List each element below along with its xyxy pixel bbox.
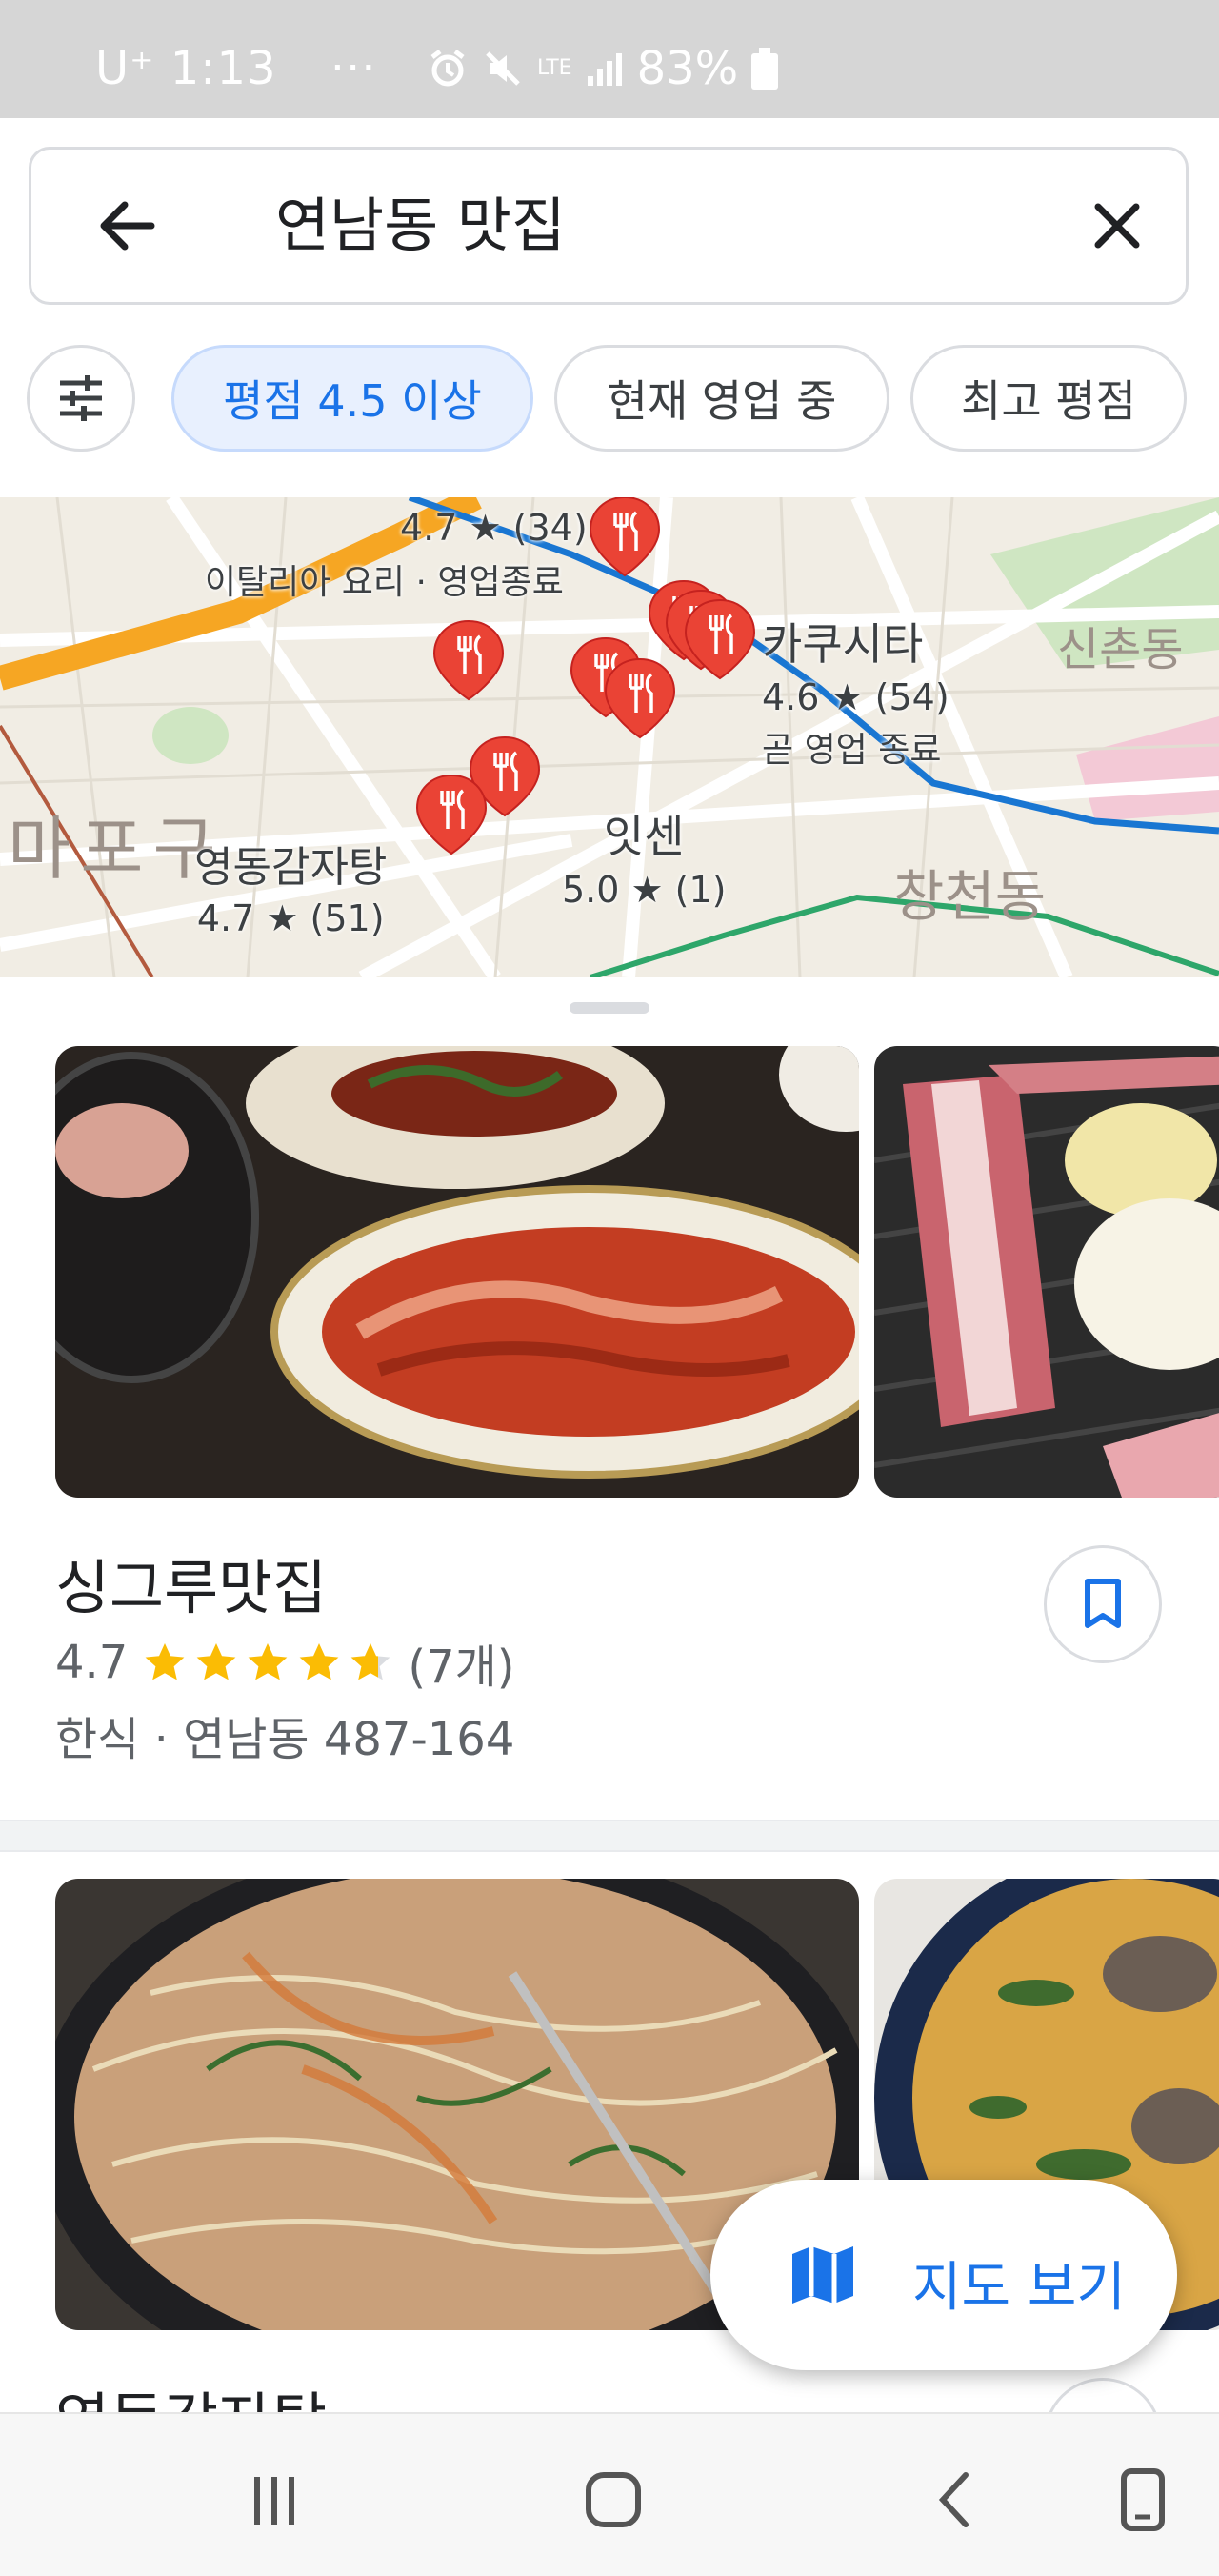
tune-icon — [60, 375, 102, 421]
star-rating — [141, 1640, 394, 1685]
star-half-icon — [350, 1643, 390, 1680]
place-name: 카쿠시타 — [762, 618, 924, 670]
network-type: LTE — [537, 56, 572, 80]
status-carrier-time: U⁺ 1:13 ··· — [95, 42, 377, 95]
result-photo[interactable] — [55, 1046, 859, 1498]
star-icon — [299, 1643, 339, 1680]
clear-button[interactable] — [1079, 188, 1155, 264]
chip-label: 평점 4.5 이상 — [223, 375, 482, 427]
chip-rating-filter[interactable]: 평점 4.5 이상 — [171, 345, 533, 452]
sheet-drag-handle[interactable] — [570, 1002, 649, 1014]
alarm-icon — [430, 50, 465, 87]
place-rating: 4.7 ★ (51) — [196, 897, 385, 939]
place-status: 이탈리아 요리 · 영업종료 — [204, 563, 564, 602]
place-rating: 5.0 ★ (1) — [562, 869, 727, 911]
search-bar[interactable]: 연남동 맛집 — [29, 147, 1189, 305]
battery-percent: 83% — [636, 42, 739, 95]
mute-icon — [486, 51, 520, 86]
close-icon — [1094, 203, 1140, 249]
filter-chips: 평점 4.5 이상 현재 영업 중 최고 평점 — [0, 345, 1219, 459]
status-indicators: LTE 83% — [427, 42, 779, 95]
result-rating-row: 4.7 (7개) — [55, 1629, 515, 1696]
place-name: 잇센 — [603, 811, 685, 862]
result-meta: 한식 · 연남동 487-164 — [55, 1713, 515, 1766]
district-label: 창천동 — [893, 864, 1047, 929]
view-map-label: 지도 보기 — [912, 2257, 1126, 2319]
system-nav-bar — [0, 2412, 1219, 2576]
chip-open-now[interactable]: 현재 영업 중 — [554, 345, 889, 452]
kimchi-photo — [55, 1046, 859, 1498]
bookmark-icon — [1085, 1579, 1121, 1628]
filter-settings-button[interactable] — [27, 345, 135, 452]
review-count: (7개) — [408, 1640, 515, 1694]
place-status: 곧 영업 종료 — [762, 731, 942, 770]
back-icon — [938, 2472, 969, 2527]
phone-icon — [1121, 2468, 1165, 2531]
pork-belly-photo — [874, 1046, 1219, 1498]
home-icon — [586, 2472, 641, 2527]
star-icon — [196, 1643, 236, 1680]
result-title[interactable]: 싱그루맛집 — [55, 1540, 327, 1625]
map-view[interactable]: 마포구 신촌동 창천동 카쿠시타 4.6 ★ (54) 곧 영업 종료 잇센 5… — [0, 497, 1219, 977]
map-place-label[interactable]: 잇센 5.0 ★ (1) — [562, 802, 726, 911]
chip-top-rated[interactable]: 최고 평점 — [910, 345, 1187, 452]
place-rating: 4.6 ★ (54) — [762, 676, 949, 718]
battery-icon — [751, 48, 779, 90]
chip-label: 최고 평점 — [961, 375, 1136, 427]
map-icon — [792, 2246, 853, 2304]
recents-icon — [254, 2477, 294, 2525]
recent-apps-button[interactable] — [236, 2462, 312, 2538]
district-label: 마포구 — [8, 809, 226, 889]
back-button[interactable] — [89, 188, 165, 264]
signal-icon — [587, 53, 622, 86]
chip-label: 현재 영업 중 — [607, 375, 837, 427]
home-button[interactable] — [575, 2462, 651, 2538]
star-icon — [145, 1643, 185, 1680]
view-map-button[interactable]: 지도 보기 — [710, 2180, 1177, 2370]
back-nav-button[interactable] — [916, 2462, 992, 2538]
map-place-label[interactable]: 카쿠시타 4.6 ★ (54) 곧 영업 종료 — [762, 610, 949, 772]
keyboard-button[interactable] — [1105, 2462, 1181, 2538]
search-input[interactable]: 연남동 맛집 — [275, 188, 566, 264]
place-name: 영동감자탕 — [194, 843, 388, 892]
save-button[interactable] — [1044, 1545, 1162, 1663]
more-dots: ··· — [330, 42, 377, 95]
result-divider — [0, 1820, 1219, 1852]
arrow-left-icon — [100, 201, 155, 251]
star-icon — [248, 1643, 288, 1680]
map-place-label[interactable]: 영동감자탕 4.7 ★ (51) — [194, 833, 387, 939]
result-photo[interactable] — [874, 1046, 1219, 1498]
map-place-label[interactable]: 4.7 ★ (34) 이탈리아 요리 · 영업종료 — [181, 507, 588, 604]
carrier-time: U⁺ 1:13 — [95, 42, 277, 95]
district-label: 신촌동 — [1057, 623, 1184, 676]
place-rating: 4.7 ★ (34) — [400, 507, 588, 549]
rating-value: 4.7 — [55, 1636, 129, 1689]
status-bar: U⁺ 1:13 ··· LTE 83% — [0, 0, 1219, 118]
